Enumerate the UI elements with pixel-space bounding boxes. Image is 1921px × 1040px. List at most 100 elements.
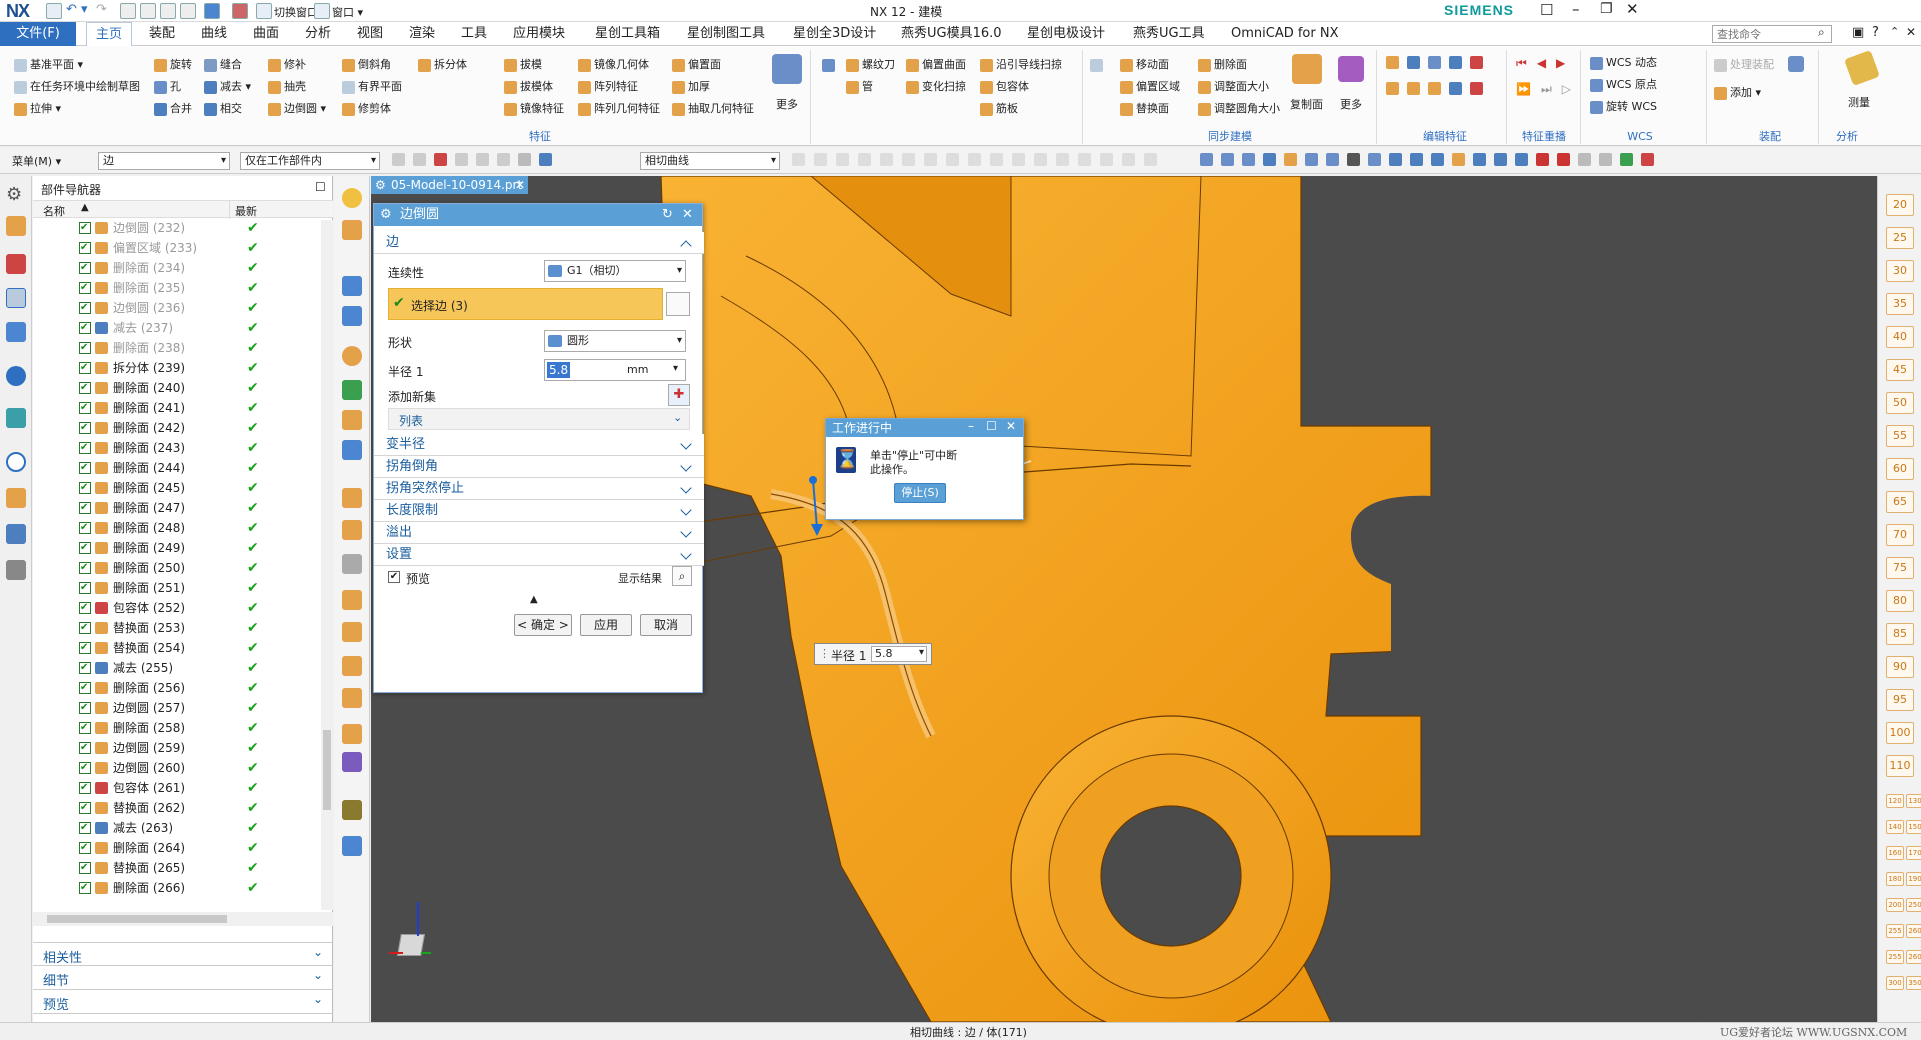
hd3d-icon[interactable] — [6, 366, 26, 386]
pad-icon[interactable] — [342, 410, 362, 430]
command-finder-icon[interactable] — [204, 3, 220, 19]
visibility-checkbox[interactable] — [79, 478, 91, 498]
process-studio-icon[interactable] — [6, 524, 26, 544]
mirror-feature-button[interactable]: 镜像特征 — [504, 100, 564, 118]
visibility-checkbox[interactable] — [79, 538, 91, 558]
trim-tool-icon[interactable] — [342, 688, 362, 708]
file-tab[interactable]: ⚙ 05-Model-10-0914.prt ✕ — [371, 176, 528, 194]
general-select-icon[interactable] — [434, 153, 447, 166]
rotate-wcs-button[interactable]: 旋转 WCS — [1590, 98, 1657, 116]
open-tool-icon[interactable] — [342, 724, 362, 744]
navigator-hscroll-thumb[interactable] — [47, 915, 227, 923]
layer-button[interactable]: 40 — [1886, 326, 1914, 348]
visibility-checkbox[interactable] — [79, 658, 91, 678]
file-tab-close-icon[interactable]: ✕ — [515, 176, 525, 194]
snap-intersection-icon[interactable] — [858, 153, 871, 166]
wcs-origin-button[interactable]: WCS 原点 — [1590, 76, 1657, 94]
section-edge[interactable]: 边 — [374, 232, 704, 254]
table-row[interactable]: 删除面 (251) ✔ — [33, 578, 323, 598]
body-select-icon[interactable] — [518, 153, 531, 166]
playback-end-icon[interactable] — [1599, 153, 1612, 166]
subtract-button[interactable]: 减去 ▾ — [204, 78, 251, 96]
revolve-button[interactable]: 旋转 — [154, 56, 192, 74]
layer-button[interactable]: 110 — [1886, 755, 1914, 777]
wcs-dynamic-button[interactable]: WCS 动态 — [1590, 54, 1657, 72]
visibility-checkbox[interactable] — [79, 258, 91, 278]
layer-button[interactable]: 95 — [1886, 689, 1914, 711]
playback-start-icon[interactable] — [1536, 153, 1549, 166]
progress-maximize-icon[interactable]: ☐ — [986, 419, 997, 433]
show-hide-icon[interactable] — [1389, 153, 1402, 166]
table-row[interactable]: 删除面 (241) ✔ — [33, 398, 323, 418]
radius-unit[interactable]: mm — [627, 363, 648, 376]
visibility-checkbox[interactable] — [79, 318, 91, 338]
touch-icon[interactable] — [232, 3, 248, 19]
command-search-input[interactable] — [1712, 25, 1832, 43]
replay-first-icon[interactable]: ⏮ — [1516, 56, 1527, 71]
switch-window-icon[interactable] — [256, 3, 272, 19]
assembly-navigator-icon[interactable] — [6, 216, 26, 236]
visibility-checkbox[interactable] — [79, 458, 91, 478]
clip-icon[interactable] — [1305, 153, 1318, 166]
measure-icon[interactable] — [1844, 50, 1880, 86]
select-edge-cube-icon[interactable] — [666, 292, 690, 316]
chevron-down-icon[interactable]: ▾ — [919, 647, 924, 658]
datum-plane-button[interactable]: 基准平面 ▾ — [14, 56, 83, 74]
visibility-checkbox[interactable] — [79, 678, 91, 698]
replace-face-button[interactable]: 替换面 — [1120, 100, 1169, 118]
table-row[interactable]: 删除面 (248) ✔ — [33, 518, 323, 538]
cylinder-icon[interactable] — [342, 276, 362, 296]
replace-feature-icon[interactable] — [1470, 56, 1483, 69]
snap-onFace-icon[interactable] — [968, 153, 981, 166]
repeat-icon[interactable] — [180, 3, 196, 19]
layer-button-small[interactable]: 200 — [1886, 898, 1904, 912]
unsuppress-icon[interactable] — [1407, 82, 1420, 95]
snap-arc-icon[interactable] — [1056, 153, 1069, 166]
chevron-down-icon[interactable]: ▾ — [673, 363, 678, 374]
tab-xc-electrode[interactable]: 星创电极设计 — [1018, 22, 1114, 46]
wcs-display-icon[interactable] — [1473, 153, 1486, 166]
select-edge-row[interactable]: ✔ 选择边 (3) — [388, 288, 663, 320]
visibility-checkbox[interactable] — [79, 418, 91, 438]
deselect-icon[interactable] — [455, 153, 468, 166]
show-result-icon[interactable]: ⌕ — [672, 566, 692, 586]
ribbon-close-icon[interactable]: ✕ — [1906, 25, 1916, 39]
window-menu[interactable]: 窗口 ▾ — [332, 4, 363, 20]
assembly-constraint-icon[interactable] — [1788, 56, 1804, 72]
undo-icon[interactable]: ↶ ▾ — [66, 2, 88, 17]
bounded-plane-button[interactable]: 有界平面 — [342, 78, 402, 96]
sweep-tool-icon[interactable] — [342, 554, 362, 574]
layer-button-small[interactable]: 250 — [1906, 898, 1921, 912]
tab-surface[interactable]: 曲面 — [244, 22, 288, 46]
plane-tool-icon[interactable] — [342, 622, 362, 642]
tab-render[interactable]: 渲染 — [400, 22, 444, 46]
replay-next-icon[interactable]: ▶ — [1556, 56, 1565, 71]
table-row[interactable]: 删除面 (238) ✔ — [33, 338, 323, 358]
layer-button-small[interactable]: 130 — [1906, 794, 1921, 808]
snap-tangent-icon[interactable] — [1012, 153, 1025, 166]
sync-more-label[interactable]: 更多 — [1340, 96, 1362, 112]
patch-button[interactable]: 修补 — [268, 56, 306, 74]
select-all-icon[interactable] — [413, 153, 426, 166]
layer-button[interactable]: 20 — [1886, 194, 1914, 216]
tab-view[interactable]: 视图 — [348, 22, 392, 46]
extract-geometry-button[interactable]: 抽取几何特征 — [672, 100, 754, 118]
layer-button-small[interactable]: 170 — [1906, 846, 1921, 860]
reset-icon[interactable]: ↻ — [662, 204, 673, 226]
layer-button[interactable]: 75 — [1886, 557, 1914, 579]
close-icon[interactable]: ✕ — [1626, 0, 1639, 18]
search-icon[interactable]: ⌕ — [1818, 25, 1825, 40]
visibility-checkbox[interactable] — [79, 238, 91, 258]
table-row[interactable]: 删除面 (240) ✔ — [33, 378, 323, 398]
type-filter-select[interactable]: 边 — [98, 152, 230, 170]
snap-center-icon[interactable] — [880, 153, 893, 166]
table-row[interactable]: 替换面 (265) ✔ — [33, 858, 323, 878]
face-select-icon[interactable] — [539, 153, 552, 166]
table-row[interactable]: 包容体 (252) ✔ — [33, 598, 323, 618]
reorder-feature-icon[interactable] — [1449, 56, 1462, 69]
layer-button-small[interactable]: 260 — [1906, 950, 1921, 964]
radius-onscreen-input[interactable]: ⋮ 半径 1 5.8 ▾ — [814, 643, 932, 665]
thicken-button[interactable]: 加厚 — [672, 78, 710, 96]
move-feature-icon[interactable] — [1428, 56, 1441, 69]
paste-icon[interactable] — [160, 3, 176, 19]
